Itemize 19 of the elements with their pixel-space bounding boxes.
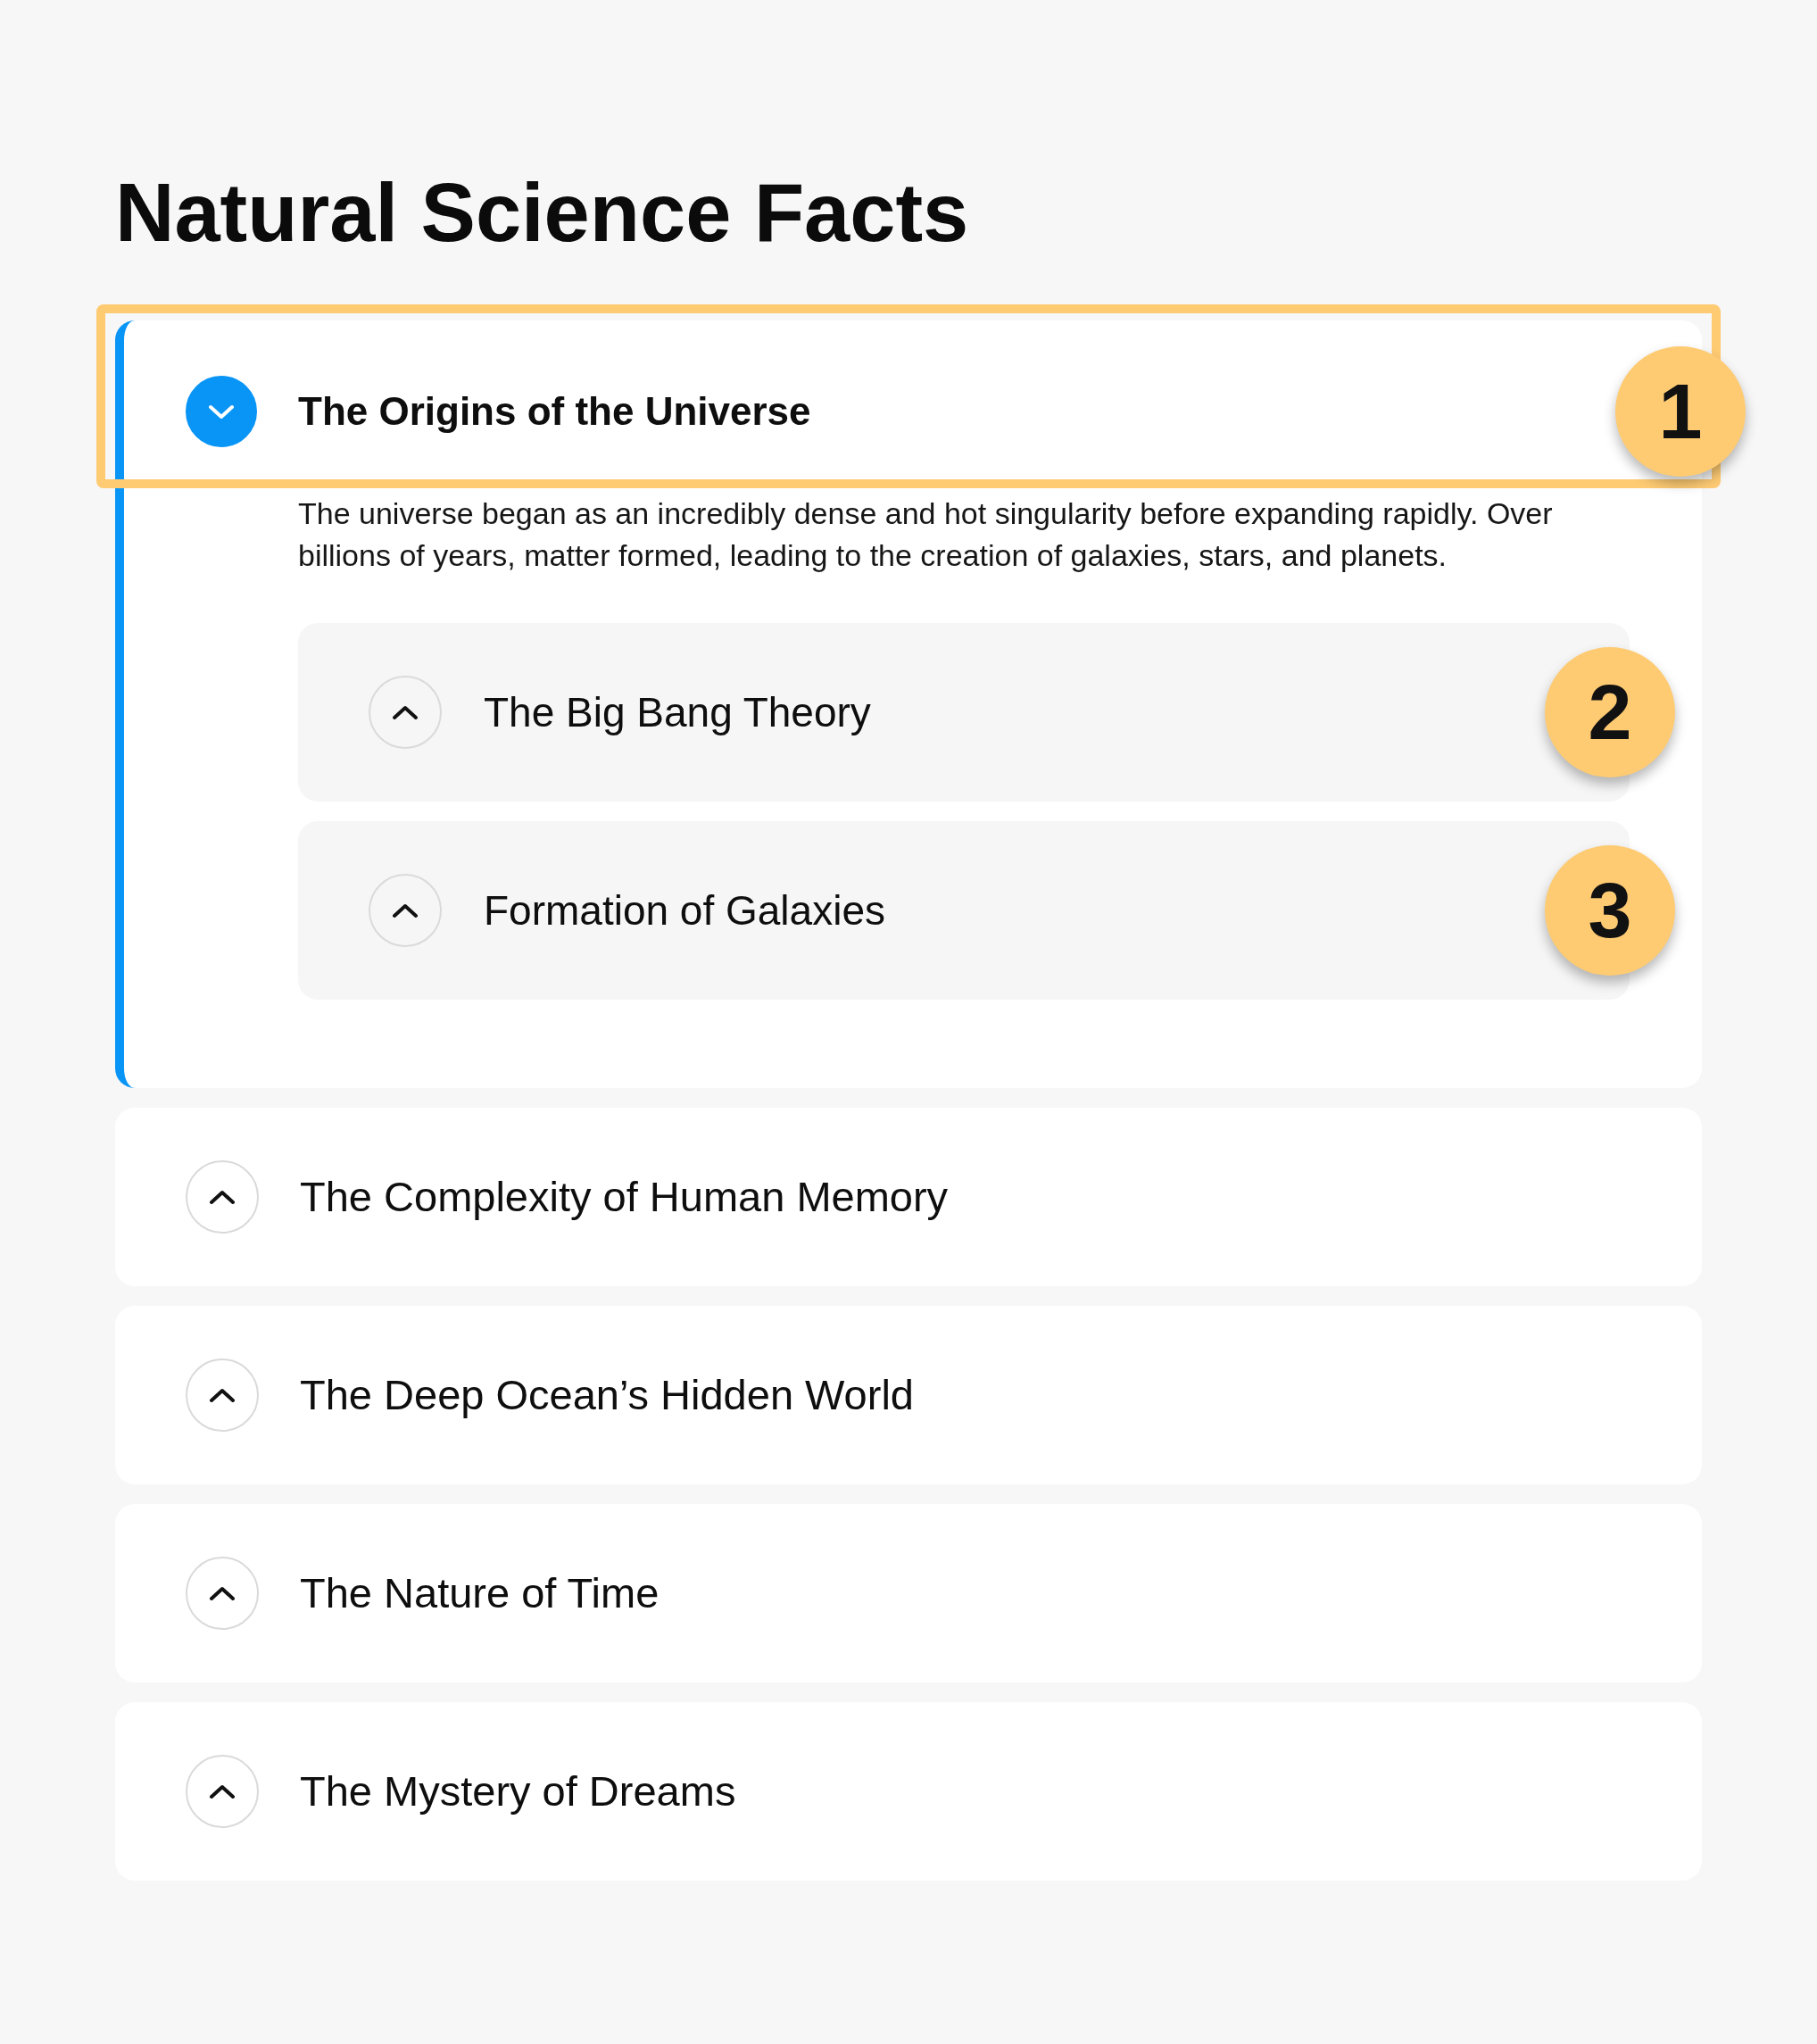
chevron-up-icon bbox=[392, 704, 419, 720]
number-badge: 2 bbox=[1545, 647, 1675, 778]
subtopic-title: Formation of Galaxies bbox=[484, 885, 885, 935]
topic-title: The Deep Ocean’s Hidden World bbox=[300, 1370, 914, 1421]
page-title: Natural Science Facts bbox=[115, 166, 969, 260]
chevron-up-icon bbox=[209, 1783, 236, 1799]
chevron-up-icon bbox=[209, 1585, 236, 1601]
number-badge: 1 bbox=[1615, 346, 1746, 478]
topic-title: The Mystery of Dreams bbox=[300, 1766, 736, 1817]
chevron-up-icon bbox=[392, 902, 419, 918]
number-badge: 3 bbox=[1545, 845, 1675, 976]
topic-title: The Nature of Time bbox=[300, 1568, 660, 1619]
topic-title: The Complexity of Human Memory bbox=[300, 1172, 949, 1223]
chevron-down-icon bbox=[208, 403, 235, 420]
topic-title: The Origins of the Universe bbox=[298, 388, 811, 435]
chevron-up-icon bbox=[209, 1189, 236, 1205]
chevron-up-icon bbox=[209, 1387, 236, 1403]
topic-description: The universe began as an incredibly dense and hot singularity before expanding rapidly. Over billions of years, matter formed, leading to the creation of galaxies, stars, and planets. bbox=[298, 495, 1554, 575]
subtopic-title: The Big Bang Theory bbox=[484, 687, 871, 737]
